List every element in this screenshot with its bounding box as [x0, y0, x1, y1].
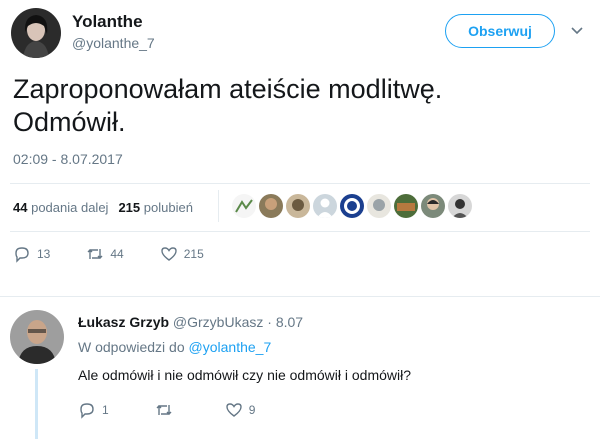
reply-author-avatar[interactable]: [10, 310, 64, 364]
retweets-label: podania dalej: [31, 200, 109, 215]
retweets-count: 44: [13, 200, 28, 215]
reply-count: 1: [102, 403, 109, 417]
heart-icon: [225, 403, 242, 417]
liker-avatar[interactable]: [367, 194, 391, 218]
reply-tweet: Łukasz Grzyb @GrzybUkasz · 8.07 W odpowi…: [0, 296, 600, 446]
tweet-text-line-2: Odmówił.: [13, 107, 126, 137]
chevron-down-icon[interactable]: [570, 24, 584, 38]
reply-actions: 1 9: [78, 401, 301, 419]
liker-avatar[interactable]: [448, 194, 472, 218]
in-reply-to-handle[interactable]: @yolanthe_7: [189, 339, 272, 355]
retweet-action[interactable]: [155, 401, 179, 419]
retweet-action[interactable]: 44: [86, 245, 124, 263]
liker-avatar[interactable]: [394, 194, 418, 218]
reply-icon: [80, 403, 94, 419]
like-action[interactable]: 215: [160, 245, 204, 263]
divider: [10, 183, 590, 184]
liker-avatar[interactable]: [286, 194, 310, 218]
reply-text: Ale odmówił i nie odmówił czy nie odmówi…: [78, 367, 412, 383]
tweet-stats: 44 podania dalej 215 polubień: [13, 200, 193, 215]
tweet-timestamp[interactable]: 02:09 - 8.07.2017: [13, 151, 123, 167]
author-handle[interactable]: @yolanthe_7: [72, 35, 155, 51]
retweet-icon: [87, 249, 103, 259]
retweet-icon: [156, 405, 172, 415]
like-count: 215: [183, 247, 204, 261]
reply-date[interactable]: 8.07: [276, 314, 303, 330]
likers-avatars: [232, 194, 472, 222]
likes-count: 215: [118, 200, 141, 215]
reply-count: 13: [37, 247, 51, 261]
in-reply-to-label: W odpowiedzi do: [78, 339, 185, 355]
reply-icon: [15, 247, 29, 263]
liker-avatar[interactable]: [232, 194, 256, 218]
author-name[interactable]: Yolanthe: [72, 12, 143, 32]
follow-button[interactable]: Obserwuj: [445, 14, 555, 48]
thread-line: [35, 369, 38, 439]
divider: [10, 231, 590, 232]
likes-stat[interactable]: 215 polubień: [118, 200, 192, 215]
retweet-stat[interactable]: 44 podania dalej: [13, 200, 108, 215]
divider: [218, 190, 219, 222]
likes-label: polubień: [143, 200, 193, 215]
tweet-text: Zaproponowałam ateiście modlitwę. Odmówi…: [13, 73, 573, 139]
liker-avatar[interactable]: [340, 194, 364, 218]
heart-icon: [161, 247, 177, 261]
date-separator: ·: [267, 314, 272, 330]
like-action[interactable]: 9: [225, 401, 256, 419]
reply-action[interactable]: 13: [13, 245, 50, 263]
reply-author-name[interactable]: Łukasz Grzyb: [78, 314, 169, 330]
tweet-actions: 13 44 215: [13, 245, 240, 263]
liker-avatar[interactable]: [421, 194, 445, 218]
author-avatar[interactable]: [11, 8, 61, 58]
retweet-count: 44: [110, 247, 124, 261]
liker-avatar[interactable]: [259, 194, 283, 218]
tweet-text-line-1: Zaproponowałam ateiście modlitwę.: [13, 74, 443, 104]
main-tweet: Yolanthe @yolanthe_7 Obserwuj Zaproponow…: [0, 0, 600, 296]
liker-avatar[interactable]: [313, 194, 337, 218]
reply-author-handle[interactable]: @GrzybUkasz: [173, 314, 263, 330]
like-count: 9: [248, 403, 256, 417]
reply-header: Łukasz Grzyb @GrzybUkasz · 8.07: [78, 314, 303, 330]
reply-action[interactable]: 1: [78, 401, 109, 419]
in-reply-to: W odpowiedzi do @yolanthe_7: [78, 339, 271, 355]
